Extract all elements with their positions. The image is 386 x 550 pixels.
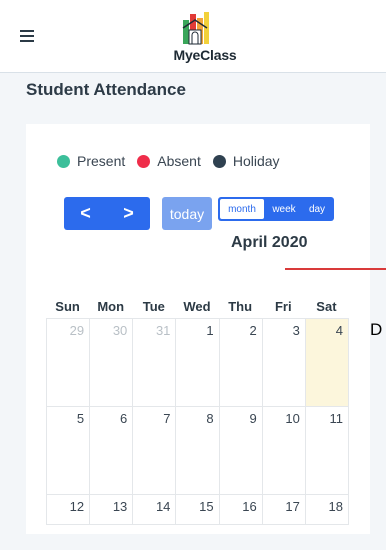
annotation-line (285, 268, 386, 270)
calendar-day-cell[interactable]: 12 (47, 495, 91, 525)
calendar-day-cell[interactable]: 30 (90, 319, 134, 407)
calendar-day-cell[interactable]: 11 (305, 407, 349, 495)
day-number: 11 (329, 411, 343, 426)
day-number: 7 (163, 411, 171, 426)
calendar-day-cell[interactable]: 13 (90, 495, 134, 525)
calendar-day-cell[interactable]: 6 (90, 407, 134, 495)
weekday-label: Sat (316, 299, 337, 314)
view-switcher: month week day (218, 197, 334, 221)
day-number: 30 (112, 323, 128, 338)
legend-present: Present (77, 153, 126, 169)
day-number: 1 (206, 323, 214, 338)
calendar-day-cell[interactable]: 7 (133, 407, 177, 495)
day-number: 29 (69, 323, 85, 338)
legend-holiday: Holiday (232, 153, 280, 169)
day-number: 18 (328, 499, 343, 514)
attendance-card: Present Absent Holiday < > today month w… (26, 124, 370, 534)
next-button[interactable]: > (107, 197, 150, 230)
day-number: 9 (249, 411, 257, 426)
calendar-day-cell[interactable]: 4 (305, 319, 349, 407)
day-number: 3 (292, 323, 300, 338)
calendar-day-cell[interactable]: 31 (133, 319, 177, 407)
calendar-day-cell[interactable]: 18 (305, 495, 349, 525)
day-number: 16 (242, 499, 257, 514)
calendar-day-cell[interactable]: 14 (133, 495, 177, 525)
day-number: 15 (199, 499, 214, 514)
day-number: 5 (76, 411, 85, 426)
day-number: 31 (155, 323, 171, 338)
day-number: 14 (155, 499, 171, 514)
holiday-dot-icon (212, 154, 226, 168)
weekday-header: Sun Mon Tue Wed Thu Fri Sat (46, 299, 348, 317)
day-number: 12 (69, 499, 85, 514)
logo-books-icon (182, 12, 209, 45)
calendar-day-cell[interactable]: 17 (262, 495, 306, 525)
calendar-grid: 29 30 31 1 2 3 4 5 6 7 8 9 10 11 12 13 14 15 16 17 18 (46, 318, 349, 525)
day-number: 10 (285, 411, 300, 426)
calendar-day-cell[interactable]: 9 (219, 407, 263, 495)
calendar-day-cell[interactable]: 2 (219, 319, 263, 407)
day-number: 8 (206, 411, 214, 426)
day-number: 17 (285, 499, 300, 514)
page-title: Student Attendance (26, 80, 186, 99)
calendar-day-cell[interactable]: 15 (176, 495, 220, 525)
present-dot-icon (57, 154, 70, 168)
calendar-day-cell[interactable]: 29 (47, 319, 91, 407)
today-button[interactable]: today (162, 197, 212, 230)
view-month-button[interactable]: month (220, 199, 264, 219)
prev-button[interactable]: < (64, 197, 107, 230)
weekday-label: Sun (55, 299, 80, 314)
weekday-label: Thu (228, 299, 253, 314)
day-number: 2 (249, 323, 257, 338)
day-number: 4 (335, 323, 343, 338)
app-logo[interactable]: MyeClass (170, 10, 240, 65)
legend-absent: Absent (157, 153, 201, 169)
calendar-day-cell[interactable]: 1 (176, 319, 220, 407)
weekday-label: Mon (97, 299, 125, 314)
day-number: 13 (112, 499, 128, 514)
weekday-label: Tue (142, 299, 165, 314)
view-week-button[interactable]: week (266, 197, 302, 221)
hamburger-menu-icon[interactable] (20, 30, 34, 42)
app-header: MyeClass (0, 0, 386, 73)
calendar-title: April 2020 (231, 234, 308, 251)
annotation-letter: D (370, 320, 383, 339)
calendar-day-cell[interactable]: 5 (47, 407, 91, 495)
calendar-day-cell[interactable]: 10 (262, 407, 306, 495)
view-day-button[interactable]: day (302, 197, 332, 221)
calendar-day-cell[interactable]: 3 (262, 319, 306, 407)
day-number: 6 (120, 411, 128, 426)
attendance-legend: Present Absent Holiday (57, 151, 292, 171)
calendar-day-cell[interactable]: 8 (176, 407, 220, 495)
calendar-day-cell[interactable]: 16 (219, 495, 263, 525)
weekday-label: Wed (183, 299, 211, 314)
absent-dot-icon (137, 154, 151, 168)
weekday-label: Fri (274, 299, 292, 314)
logo-text: MyeClass (173, 47, 237, 63)
prev-next-group: < > (64, 197, 150, 230)
